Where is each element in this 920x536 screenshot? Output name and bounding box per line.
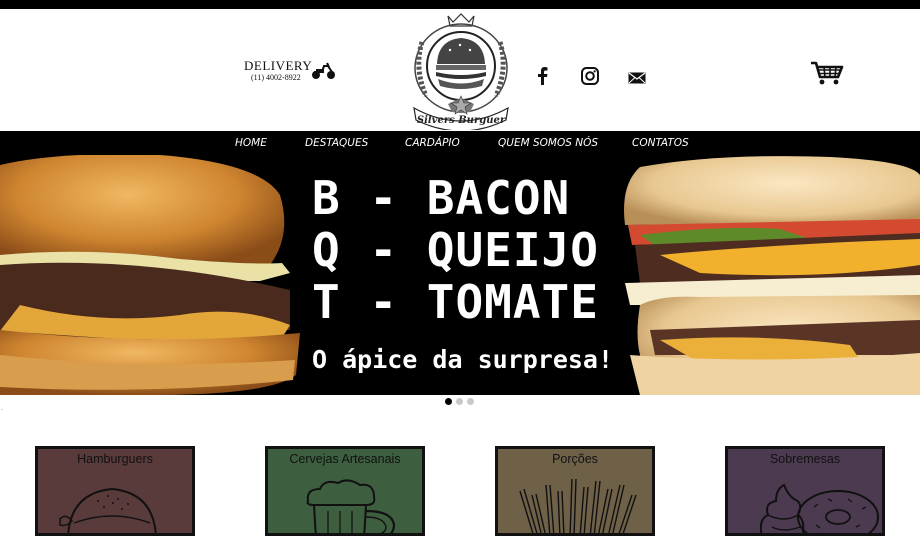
hero-subtitle: O ápice da surpresa! <box>312 345 614 374</box>
slider-dot-3[interactable] <box>467 398 474 405</box>
category-label: Cervejas Artesanais <box>289 452 401 466</box>
brand-logo[interactable]: Silvers Burguer <box>408 12 514 130</box>
slider-dot-1[interactable] <box>445 398 452 405</box>
nav-contatos[interactable]: CONTATOS <box>632 131 689 155</box>
logo-text: Silvers Burguer <box>417 115 506 126</box>
hero-line-tomate: T - TOMATE <box>312 275 599 329</box>
main-nav: HOME DESTAQUES CARDÁPIO QUEM SOMOS NÓS C… <box>0 131 920 155</box>
stray-mark: . <box>1 405 3 412</box>
category-label: Sobremesas <box>769 452 841 466</box>
hero-line-bacon: B - BACON <box>312 171 571 225</box>
nav-home[interactable]: HOME <box>235 131 267 155</box>
facebook-icon[interactable] <box>531 66 553 86</box>
shopping-cart-icon[interactable] <box>810 60 844 86</box>
slider-dot-2[interactable] <box>456 398 463 405</box>
instagram-icon[interactable] <box>579 66 601 86</box>
hero-banner[interactable]: B - BACON Q - QUEIJO T - TOMATE O ápice … <box>0 155 920 395</box>
category-card-hamburguers[interactable]: Hamburguers <box>35 446 195 536</box>
hero-line-queijo: Q - QUEIJO <box>312 223 599 277</box>
nav-destaques[interactable]: DESTAQUES <box>305 131 368 155</box>
nav-quem-somos[interactable]: QUEM SOMOS NÓS <box>498 131 598 155</box>
slider-dots <box>445 398 474 405</box>
category-label: Porções <box>552 452 598 466</box>
category-card-sobremesas[interactable]: Sobremesas <box>725 446 885 536</box>
category-label: Hamburguers <box>77 452 153 466</box>
category-card-porcoes[interactable]: Porções <box>495 446 655 536</box>
nav-cardapio[interactable]: CARDÁPIO <box>405 131 460 155</box>
top-bar <box>0 0 920 9</box>
category-card-cervejas[interactable]: Cervejas Artesanais <box>265 446 425 536</box>
scooter-icon <box>312 62 335 79</box>
mail-icon[interactable] <box>626 68 648 88</box>
